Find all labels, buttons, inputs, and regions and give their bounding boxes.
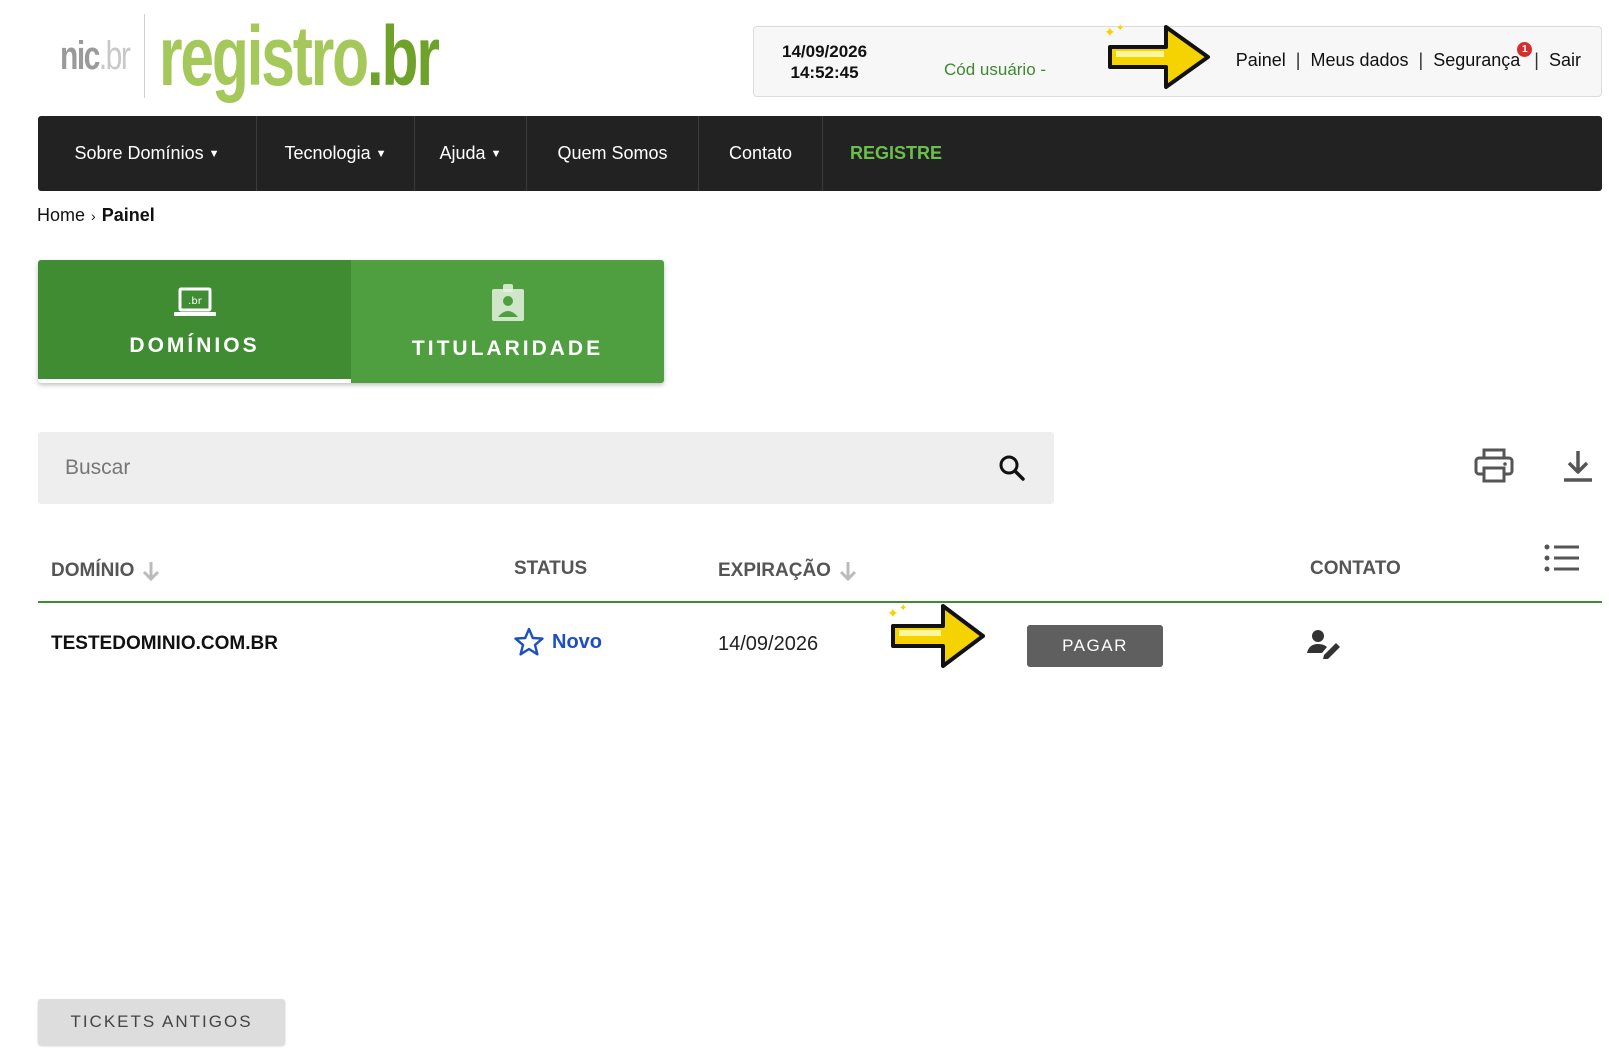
id-badge-icon <box>491 283 524 321</box>
breadcrumb: Home › Painel <box>37 205 155 226</box>
tab-titularidade[interactable]: TITULARIDADE <box>351 260 664 383</box>
expiration-date: 14/09/2026 <box>718 633 819 655</box>
logo-registro: registro.br <box>159 9 440 103</box>
chevron-down-icon: ▼ <box>208 147 220 160</box>
page: nic.br registro.br 14/09/2026 14:52:45 C… <box>0 0 1609 1055</box>
nav-sobre-dominios[interactable]: Sobre Domínios ▼ <box>38 116 257 191</box>
column-menu-icon[interactable] <box>1544 544 1580 572</box>
breadcrumb-separator: › <box>91 208 96 224</box>
nav-tecnologia[interactable]: Tecnologia ▼ <box>257 116 415 191</box>
star-outline-icon <box>514 627 544 656</box>
svg-text:.br: .br <box>188 296 203 307</box>
column-status: STATUS <box>514 558 588 579</box>
nav-registre[interactable]: REGISTRE <box>823 116 969 191</box>
panel-tabs: .br DOMÍNIOS TITULARIDADE <box>38 260 664 383</box>
link-seguranca[interactable]: Segurança 1 <box>1433 42 1533 71</box>
table-row: TESTEDOMINIO.COM.BR Novo 14/09/2026 ✦ ✦ … <box>38 603 1602 685</box>
contact-edit-icon[interactable] <box>1306 629 1342 659</box>
link-sair[interactable]: Sair <box>1549 50 1581 71</box>
session-time: 14:52:45 <box>790 63 859 82</box>
svg-text:✦: ✦ <box>1104 25 1116 41</box>
search-bar <box>38 432 1054 504</box>
print-icon[interactable] <box>1474 448 1514 484</box>
chevron-down-icon: ▼ <box>490 147 502 160</box>
svg-text:✦: ✦ <box>1116 23 1124 34</box>
user-links: Painel | Meus dados | Segurança 1 | Sair <box>1236 42 1581 71</box>
yellow-arrow-icon: ✦ ✦ <box>1104 23 1210 89</box>
pay-button[interactable]: PAGAR <box>1027 625 1163 667</box>
column-contato: CONTATO <box>1310 558 1401 579</box>
nav-ajuda[interactable]: Ajuda ▼ <box>415 116 527 191</box>
sort-arrow-down-icon <box>143 562 160 581</box>
nav-quem-somos[interactable]: Quem Somos <box>527 116 699 191</box>
yellow-arrow-icon: ✦ ✦ <box>887 603 985 668</box>
svg-text:✦: ✦ <box>887 606 899 622</box>
status-text: Novo <box>552 630 602 653</box>
link-divider: | <box>1418 50 1424 70</box>
table-header: DOMÍNIO STATUS EXPIRAÇÃO CONTATO <box>38 538 1602 603</box>
tab-label: TITULARIDADE <box>411 336 604 360</box>
tab-dominios[interactable]: .br DOMÍNIOS <box>38 260 351 383</box>
svg-text:✦: ✦ <box>899 603 907 614</box>
breadcrumb-home[interactable]: Home <box>37 205 85 225</box>
user-code: Cód usuário - <box>944 60 1047 79</box>
logo-divider <box>144 14 145 98</box>
session-datetime: 14/09/2026 14:52:45 <box>782 41 867 83</box>
breadcrumb-current: Painel <box>101 205 155 225</box>
nav-contato[interactable]: Contato <box>699 116 823 191</box>
logo[interactable]: nic.br registro.br <box>60 8 546 104</box>
old-tickets-button[interactable]: TICKETS ANTIGOS <box>38 999 285 1045</box>
domain-name[interactable]: TESTEDOMINIO.COM.BR <box>51 633 278 655</box>
search-icon[interactable] <box>998 454 1026 482</box>
logo-nic: nic.br <box>60 33 131 78</box>
session-date: 14/09/2026 <box>782 42 868 61</box>
link-divider: | <box>1534 50 1539 70</box>
search-input[interactable] <box>38 432 998 504</box>
status-badge: Novo <box>514 627 602 657</box>
link-painel[interactable]: Painel <box>1236 50 1286 71</box>
sort-arrow-down-icon <box>839 562 857 581</box>
laptop-br-icon: .br <box>173 287 216 316</box>
link-divider: | <box>1295 50 1301 70</box>
main-nav: Sobre Domínios ▼ Tecnologia ▼ Ajuda ▼ Quem … <box>38 116 1602 191</box>
tab-label: DOMÍNIOS <box>129 333 260 357</box>
user-panel: 14/09/2026 14:52:45 Cód usuário - ✦ ✦ Pa… <box>753 23 1602 97</box>
chevron-down-icon: ▼ <box>375 147 387 160</box>
download-icon[interactable] <box>1562 449 1594 483</box>
column-dominio[interactable]: DOMÍNIO <box>51 560 160 582</box>
column-expiracao[interactable]: EXPIRAÇÃO <box>718 560 857 582</box>
link-meus-dados[interactable]: Meus dados <box>1310 50 1408 71</box>
security-badge: 1 <box>1517 42 1533 57</box>
